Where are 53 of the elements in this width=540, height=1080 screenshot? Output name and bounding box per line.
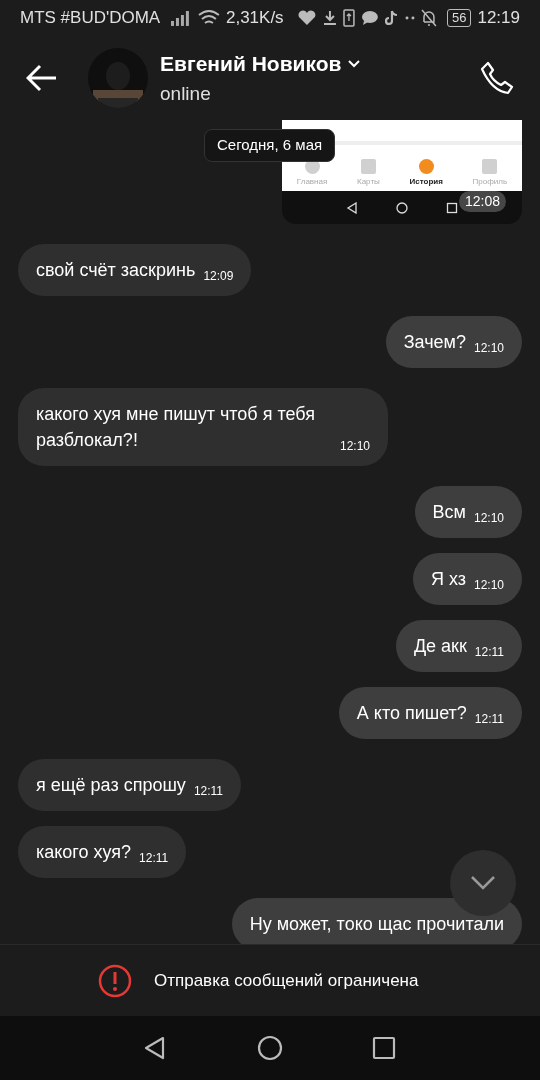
tab-label: Профиль [472,176,508,188]
back-icon [346,201,358,214]
contact-status: online [160,81,212,106]
message-text: Всм [432,501,466,524]
more-dots-icon [405,16,416,20]
back-icon[interactable] [26,64,58,92]
wifi-icon [198,9,220,27]
message-time: 12:11 [139,850,169,867]
notifications-off-icon [421,9,437,27]
battery-indicator: 56 [447,9,472,27]
tab-icon [418,159,434,174]
contact-name[interactable]: Евгений Новиков [160,48,342,80]
download-icon [321,10,338,26]
message-time: 12:10 [339,438,370,455]
tab-icon [482,159,498,174]
heart-icon [297,10,316,26]
tab-label: История [409,176,443,188]
recents-icon[interactable] [371,1035,397,1061]
message-text: какого хуя мне пишут чтоб я тебя разблокал?! [36,403,316,452]
tab-icon [360,159,376,174]
chevron-down-icon [347,58,362,69]
carrier-text: MTS #BUD'DOMA [20,7,161,30]
tab-label: Главная [296,176,328,188]
home-icon [396,201,408,214]
message-time: 12:11 [474,644,504,661]
message-time: 12:10 [473,340,504,357]
music-note-icon [385,10,400,26]
message-time: 12:08 [458,191,506,212]
phone-icon[interactable] [480,61,514,95]
phone-upload-icon [343,9,356,27]
message-text: Ну может, токо щас прочитали [249,913,504,936]
message-text: Я хз [430,568,466,591]
message-time: 12:10 [473,510,504,527]
message-text: я ещё раз спрошу [36,774,186,797]
message-time: 12:09 [203,268,234,285]
message-text: Де акк [413,635,467,658]
message-text: какого хуя? [36,841,132,864]
restriction-notice: Отправка сообщений ограничена [154,969,419,992]
chat-icon [361,10,380,26]
square-icon [446,201,458,214]
chevron-down-icon [470,875,496,891]
tab-label: Карты [357,176,380,188]
message-text: Зачем? [403,331,466,354]
date-label: Сегодня, 6 мая [204,129,336,162]
message-time: 12:10 [473,577,504,594]
message-time: 12:11 [193,783,223,800]
clock-text: 12:19 [477,7,520,30]
network-speed-text: 2,31K/s [225,7,284,30]
message-text: свой счёт заскринь [36,259,196,282]
message-text: А кто пишет? [356,702,467,725]
alert-icon [98,963,132,998]
home-icon[interactable] [257,1035,283,1061]
message-time: 12:11 [474,711,504,728]
